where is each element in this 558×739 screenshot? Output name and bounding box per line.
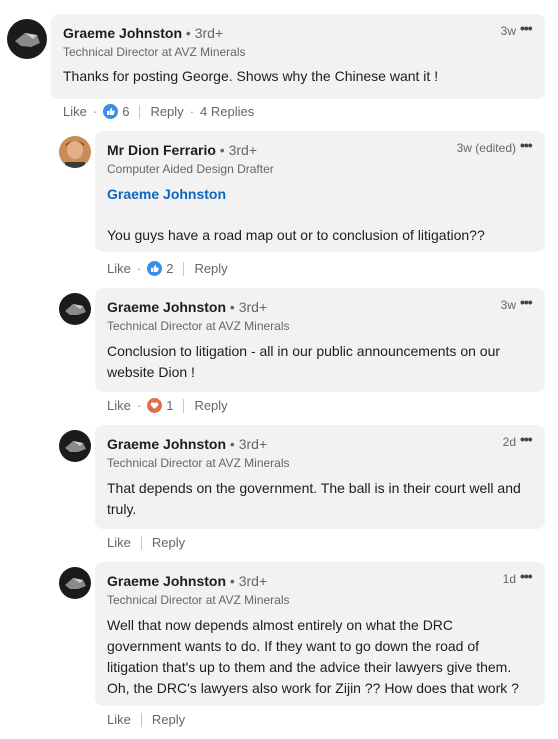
more-icon[interactable]: ••• [520,568,533,584]
comment-time: 3w [500,24,516,38]
like-reaction-icon [103,104,119,119]
comment-author[interactable]: Graeme Johnston • 3rd+ [107,436,267,452]
more-icon[interactable]: ••• [520,431,533,447]
comment-author[interactable]: Graeme Johnston • 3rd+ [63,25,223,41]
reaction-count[interactable]: 2 [147,261,173,276]
comment-actions: Like · 2 Reply [107,261,228,276]
more-icon[interactable]: ••• [520,20,533,36]
comment-author[interactable]: Mr Dion Ferrario • 3rd+ [107,142,257,158]
comment-time: 1d [502,572,516,586]
comment-time: 3w (edited) [456,141,516,155]
like-button[interactable]: Like [107,398,131,413]
like-reaction-icon [147,261,163,276]
like-button[interactable]: Like [107,712,131,727]
avatar[interactable] [59,430,91,462]
like-button[interactable]: Like [63,104,87,119]
author-headline: Computer Aided Design Drafter [107,162,274,176]
comment-actions: Like · 6 Reply · 4 Replies [63,104,255,119]
reply-button[interactable]: Reply [152,712,185,727]
author-headline: Technical Director at AVZ Minerals [107,456,290,470]
avatar[interactable] [59,293,91,325]
reaction-count[interactable]: 6 [103,104,129,119]
comment-actions: Like Reply [107,535,185,550]
comment-text: That depends on the government. The ball… [107,480,521,517]
mention-link[interactable]: Graeme Johnston [107,186,226,202]
reply-button[interactable]: Reply [150,104,183,119]
avatar[interactable] [7,19,47,59]
comment-text: Conclusion to litigation - all in our pu… [107,343,501,380]
comment-author[interactable]: Graeme Johnston • 3rd+ [107,299,267,315]
more-icon[interactable]: ••• [520,294,533,310]
comment-author[interactable]: Graeme Johnston • 3rd+ [107,573,267,589]
comment-time: 2d [502,435,516,449]
comment-text: You guys have a road map out or to concl… [107,227,485,243]
like-button[interactable]: Like [107,535,131,550]
connection-degree: • 3rd+ [185,25,224,41]
connection-degree: • 3rd+ [229,299,268,315]
reply-button[interactable]: Reply [194,261,227,276]
more-icon[interactable]: ••• [520,137,533,153]
comment-actions: Like · 1 Reply [107,398,228,413]
replies-link[interactable]: 4 Replies [200,104,254,119]
comment-time: 3w [500,298,516,312]
connection-degree: • 3rd+ [229,436,268,452]
author-headline: Technical Director at AVZ Minerals [63,45,246,59]
connection-degree: • 3rd+ [229,573,268,589]
avatar[interactable] [59,567,91,599]
author-headline: Technical Director at AVZ Minerals [107,319,290,333]
like-button[interactable]: Like [107,261,131,276]
love-reaction-icon [147,398,163,413]
comment-text: Thanks for posting George. Shows why the… [63,68,439,84]
reply-button[interactable]: Reply [194,398,227,413]
avatar[interactable] [59,136,91,168]
comment-actions: Like Reply [107,712,185,727]
reply-button[interactable]: Reply [152,535,185,550]
author-headline: Technical Director at AVZ Minerals [107,593,290,607]
connection-degree: • 3rd+ [219,142,257,158]
comment-text: Well that now depends almost entirely on… [107,617,519,696]
reaction-count[interactable]: 1 [147,398,173,413]
